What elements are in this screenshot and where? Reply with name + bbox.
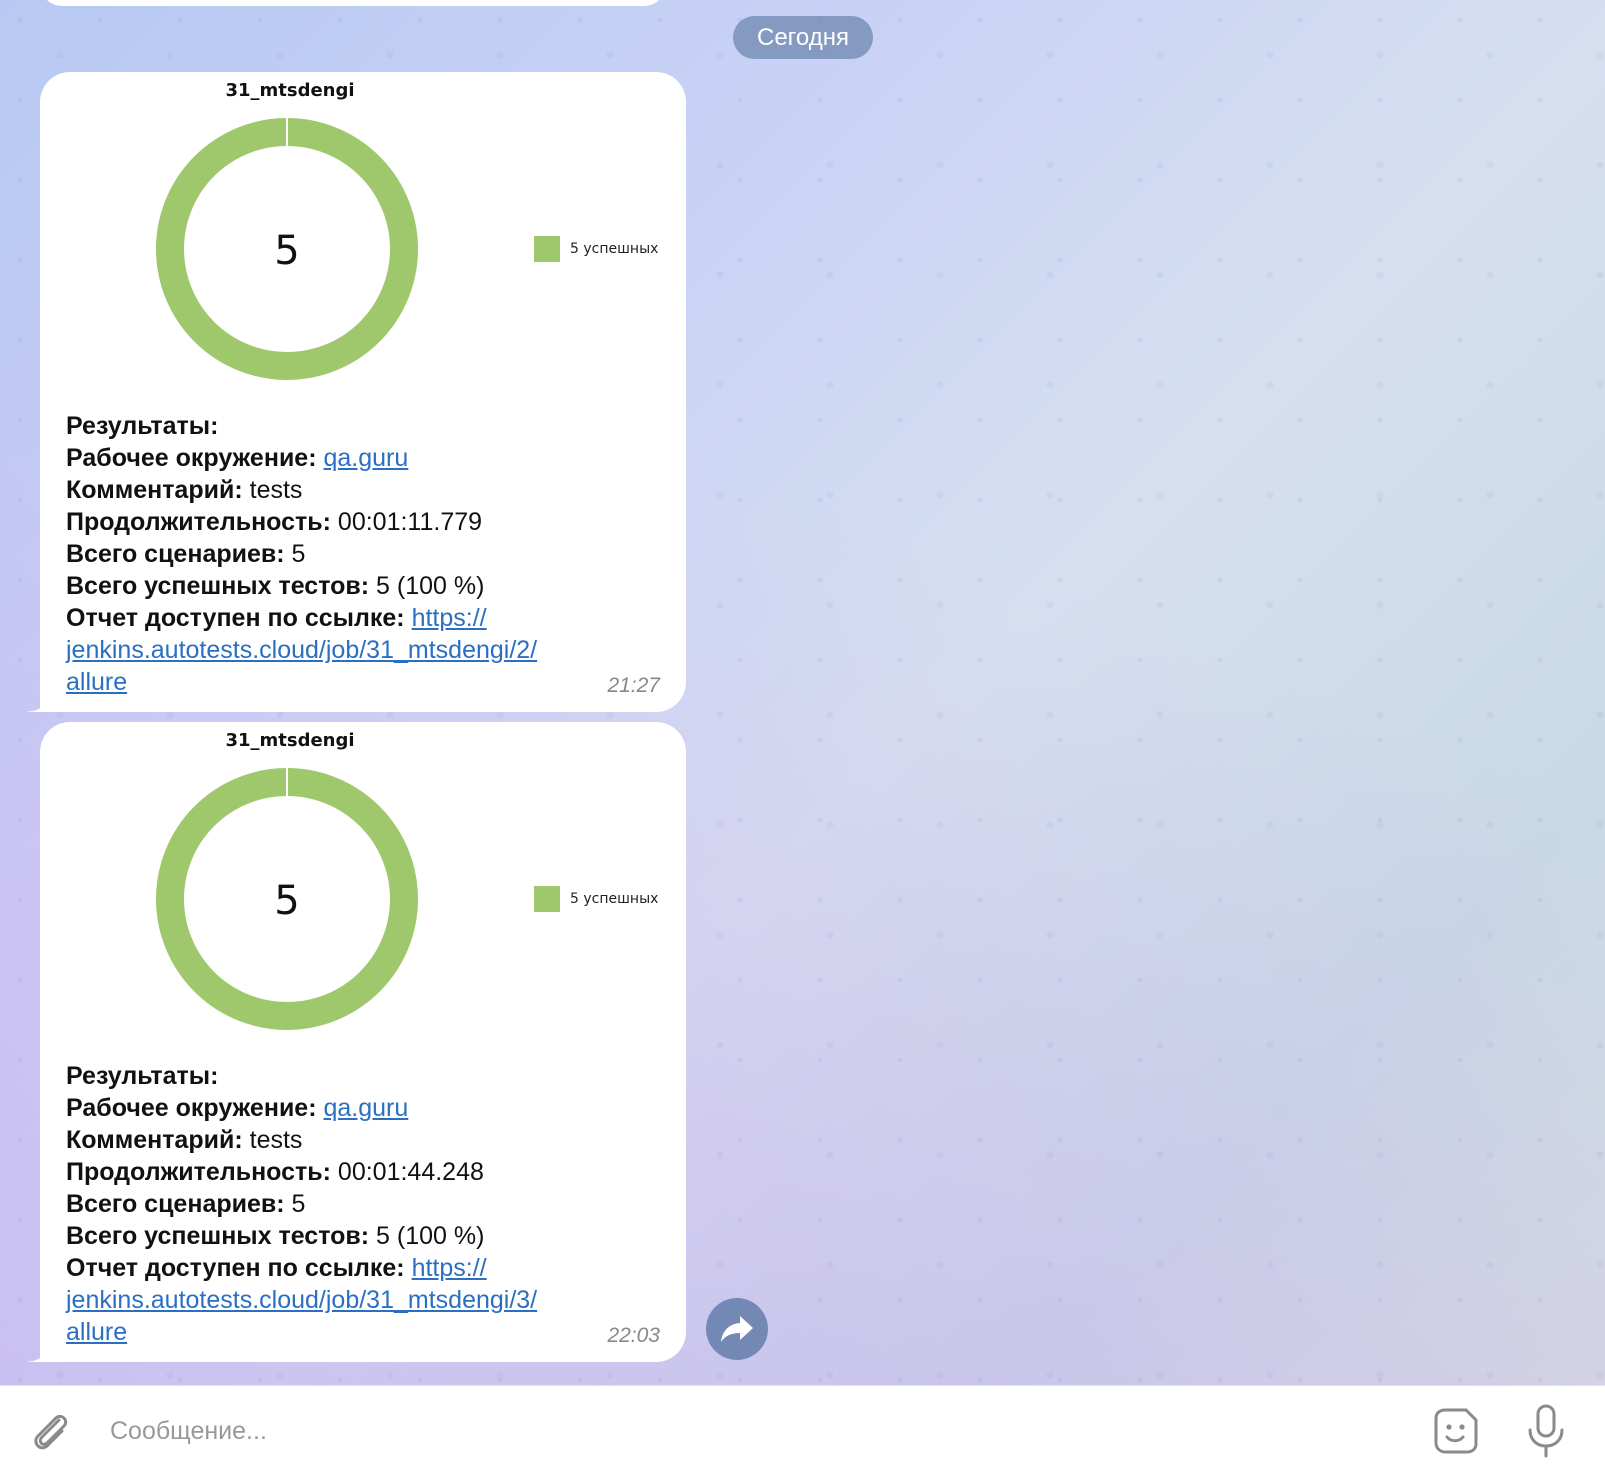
forward-arrow-icon (721, 1316, 753, 1342)
bubble-tail (28, 688, 52, 712)
bubble-tail (28, 1338, 52, 1362)
passed-label: Всего успешных тестов: (66, 1222, 370, 1250)
results-text: Результаты: Рабочее окружение: qa.guru К… (66, 1060, 666, 1348)
report-label: Отчет доступен по ссылке: (66, 1254, 405, 1282)
chat-area: Сегодня 31_mtsdengi 5 5 успешных Результ… (0, 0, 1605, 1385)
donut-chart: 5 (156, 117, 418, 380)
scenarios-label: Всего сценариев: (66, 1190, 285, 1218)
previous-message-bubble[interactable] (40, 0, 666, 6)
results-text: Результаты: Рабочее окружение: qa.guru К… (66, 410, 666, 698)
environment-label: Рабочее окружение: (66, 444, 317, 472)
comment-value: tests (249, 1126, 303, 1154)
chart-title: 31_mtsdengi (225, 80, 355, 101)
report-link-part1[interactable]: https:// (412, 604, 487, 632)
donut-center-label: 5 (274, 878, 299, 924)
chart-legend: 5 успешных (534, 236, 658, 262)
message-input[interactable] (110, 1406, 1390, 1456)
environment-label: Рабочее окружение: (66, 1094, 317, 1122)
message-bubble[interactable]: 31_mtsdengi 5 5 успешных Результаты: Раб… (28, 72, 686, 712)
results-title: Результаты: (66, 412, 219, 440)
message-time: 21:27 (607, 674, 660, 697)
scenarios-label: Всего сценариев: (66, 540, 285, 568)
chart-legend: 5 успешных (534, 886, 658, 912)
composer-bar (0, 1385, 1605, 1475)
date-separator: Сегодня (733, 16, 873, 59)
message-time: 22:03 (607, 1324, 660, 1347)
report-link-part1[interactable]: https:// (412, 1254, 487, 1282)
duration-label: Продолжительность: (66, 1158, 331, 1186)
passed-value: 5 (100 %) (376, 1222, 485, 1250)
legend-swatch-success (534, 236, 560, 262)
legend-label: 5 успешных (570, 241, 659, 257)
forward-button[interactable] (706, 1298, 768, 1360)
duration-label: Продолжительность: (66, 508, 331, 536)
message-bubble[interactable]: 31_mtsdengi 5 5 успешных Результаты: Раб… (28, 722, 686, 1362)
comment-label: Комментарий: (66, 476, 243, 504)
passed-label: Всего успешных тестов: (66, 572, 370, 600)
comment-value: tests (249, 476, 303, 504)
report-label: Отчет доступен по ссылке: (66, 604, 405, 632)
paperclip-icon[interactable] (26, 1406, 76, 1456)
environment-link[interactable]: qa.guru (324, 444, 409, 472)
sticker-icon[interactable] (1428, 1404, 1482, 1458)
microphone-icon[interactable] (1521, 1402, 1571, 1460)
results-title: Результаты: (66, 1062, 219, 1090)
scenarios-value: 5 (291, 540, 306, 568)
environment-link[interactable]: qa.guru (324, 1094, 409, 1122)
duration-value: 00:01:11.779 (337, 508, 483, 536)
report-link-part2[interactable]: jenkins.autotests.cloud/job/31_mtsdengi/… (66, 636, 537, 664)
legend-label: 5 успешных (570, 891, 659, 907)
passed-value: 5 (100 %) (376, 572, 485, 600)
duration-value: 00:01:44.248 (337, 1158, 484, 1186)
report-link-part2[interactable]: jenkins.autotests.cloud/job/31_mtsdengi/… (66, 1286, 537, 1314)
donut-center-label: 5 (274, 228, 299, 274)
report-link-part3[interactable]: allure (66, 668, 127, 696)
donut-chart: 5 (156, 767, 418, 1030)
report-link-part3[interactable]: allure (66, 1318, 127, 1346)
comment-label: Комментарий: (66, 1126, 243, 1154)
scenarios-value: 5 (291, 1190, 306, 1218)
chart-title: 31_mtsdengi (225, 730, 355, 751)
legend-swatch-success (534, 886, 560, 912)
